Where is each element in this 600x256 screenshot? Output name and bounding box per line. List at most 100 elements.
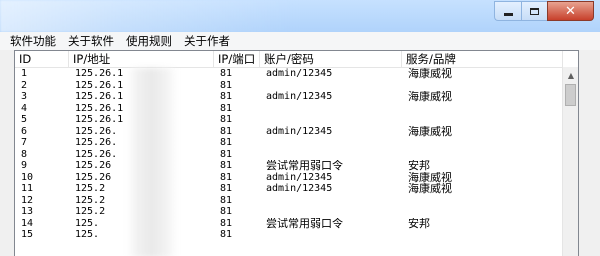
cell-account — [260, 195, 402, 207]
cell-id: 13 — [21, 206, 34, 217]
maximize-button[interactable] — [521, 1, 547, 21]
column-header-brand[interactable]: 服务/品牌 — [402, 51, 563, 67]
table-row[interactable]: 1 125.26.1 81 admin/12345 海康威视 — [15, 68, 563, 80]
minimize-button[interactable] — [494, 1, 521, 21]
cell-brand: 海康威视 — [408, 91, 452, 103]
cell-id: 12 — [21, 194, 34, 206]
cell-id: 10 — [21, 171, 34, 183]
minimize-icon — [503, 12, 513, 16]
cell-account — [260, 229, 402, 241]
cell-account: admin/12345 — [266, 183, 333, 194]
cell-brand: 安邦 — [408, 160, 430, 172]
cell-brand: 海康威视 — [408, 125, 452, 137]
table-row[interactable]: 10 125.26 81 admin/12345 海康威视 — [15, 172, 563, 184]
scroll-thumb[interactable] — [565, 84, 576, 106]
cell-account — [260, 114, 402, 126]
blurred-title — [0, 0, 300, 32]
cell-brand — [402, 206, 563, 218]
column-header-id[interactable]: ID — [15, 51, 69, 67]
cell-port: 81 — [220, 160, 233, 171]
cell-port: 81 — [220, 217, 233, 229]
cell-id: 1 — [21, 68, 28, 79]
menu-item-usage-rules[interactable]: 使用规则 — [120, 32, 178, 50]
cell-id: 5 — [21, 114, 28, 125]
menu-item-about-software[interactable]: 关于软件 — [62, 32, 120, 50]
cell-port: 81 — [220, 125, 233, 137]
cell-id: 6 — [21, 125, 28, 137]
cell-account — [260, 137, 402, 149]
cell-id: 14 — [21, 217, 34, 229]
table-row[interactable]: 2 125.26.1 81 — [15, 80, 563, 92]
cell-id: 7 — [21, 137, 28, 148]
cell-account — [260, 149, 402, 161]
table-row[interactable]: 8 125.26. 81 — [15, 149, 563, 161]
menu-item-about-author[interactable]: 关于作者 — [178, 32, 236, 50]
window-controls: ✕ — [494, 1, 594, 21]
cell-brand — [402, 80, 563, 92]
cell-id: 15 — [21, 229, 34, 240]
table-row[interactable]: 3 125.26.1 81 admin/12345 海康威视 — [15, 91, 563, 103]
cell-brand — [402, 149, 563, 161]
results-list[interactable]: ID IP/地址 IP/端口 账户/密码 服务/品牌 1 125.26.1 81 ad… — [14, 50, 579, 256]
close-button[interactable]: ✕ — [547, 1, 594, 21]
cell-port: 81 — [220, 183, 233, 194]
menu-bar: 软件功能 关于软件 使用规则 关于作者 — [0, 32, 600, 50]
cell-port: 81 — [220, 79, 233, 91]
close-icon: ✕ — [565, 3, 576, 19]
cell-id: 3 — [21, 91, 28, 102]
table-row[interactable]: 6 125.26. 81 admin/12345 海康威视 — [15, 126, 563, 138]
cell-account — [260, 103, 402, 115]
cell-port: 81 — [220, 68, 233, 79]
scroll-up-icon[interactable]: ▲ — [563, 67, 578, 83]
cell-account: admin/12345 — [266, 171, 333, 183]
column-header-account[interactable]: 账户/密码 — [260, 51, 402, 67]
vertical-scrollbar[interactable]: ▲ — [562, 67, 578, 256]
table-row[interactable]: 5 125.26.1 81 — [15, 114, 563, 126]
cell-account: admin/12345 — [266, 68, 333, 79]
cell-account: 尝试常用弱口令 — [266, 217, 343, 229]
cell-brand — [402, 195, 563, 207]
cell-brand: 海康威视 — [408, 68, 452, 80]
cell-brand: 海康威视 — [408, 171, 452, 183]
cell-id: 4 — [21, 102, 28, 114]
cell-port: 81 — [220, 229, 233, 240]
cell-port: 81 — [220, 194, 233, 206]
cell-brand — [402, 114, 563, 126]
cell-account: admin/12345 — [266, 125, 333, 137]
cell-account — [260, 80, 402, 92]
cell-port: 81 — [220, 91, 233, 102]
table-row[interactable]: 4 125.26.1 81 — [15, 103, 563, 115]
cell-account — [260, 206, 402, 218]
column-header-port[interactable]: IP/端口 — [214, 51, 260, 67]
table-row[interactable]: 11 125.2 81 admin/12345 海康威视 — [15, 183, 563, 195]
cell-id: 9 — [21, 160, 28, 171]
cell-brand — [402, 229, 563, 241]
table-row[interactable]: 12 125.2 81 — [15, 195, 563, 207]
table-row[interactable]: 9 125.26 81 尝试常用弱口令 安邦 — [15, 160, 563, 172]
cell-port: 81 — [220, 102, 233, 114]
column-header-ip[interactable]: IP/地址 — [69, 51, 214, 67]
cell-brand — [402, 137, 563, 149]
menu-item-software-functions[interactable]: 软件功能 — [0, 32, 62, 50]
cell-port: 81 — [220, 114, 233, 125]
list-header: ID IP/地址 IP/端口 账户/密码 服务/品牌 — [15, 51, 563, 68]
cell-account: 尝试常用弱口令 — [266, 160, 343, 172]
cell-brand: 海康威视 — [408, 183, 452, 195]
cell-account: admin/12345 — [266, 91, 333, 102]
cell-brand — [402, 103, 563, 115]
table-row[interactable]: 14 125. 81 尝试常用弱口令 安邦 — [15, 218, 563, 230]
cell-port: 81 — [220, 206, 233, 217]
cell-id: 8 — [21, 148, 28, 160]
app-window: ✕ 软件功能 关于软件 使用规则 关于作者 ID IP/地址 IP/端口 账户/… — [0, 0, 600, 256]
maximize-icon — [530, 7, 539, 15]
cell-id: 11 — [21, 183, 34, 194]
cell-brand: 安邦 — [408, 217, 430, 229]
redaction-blur — [127, 68, 177, 256]
cell-port: 81 — [220, 148, 233, 160]
table-row[interactable]: 7 125.26. 81 — [15, 137, 563, 149]
table-row[interactable]: 15 125. 81 — [15, 229, 563, 241]
table-row[interactable]: 13 125.2 81 — [15, 206, 563, 218]
title-bar[interactable]: ✕ — [0, 0, 600, 32]
cell-id: 2 — [21, 79, 28, 91]
list-rows: 1 125.26.1 81 admin/12345 海康威视 2 125.26.1 81 3 12… — [15, 68, 563, 241]
